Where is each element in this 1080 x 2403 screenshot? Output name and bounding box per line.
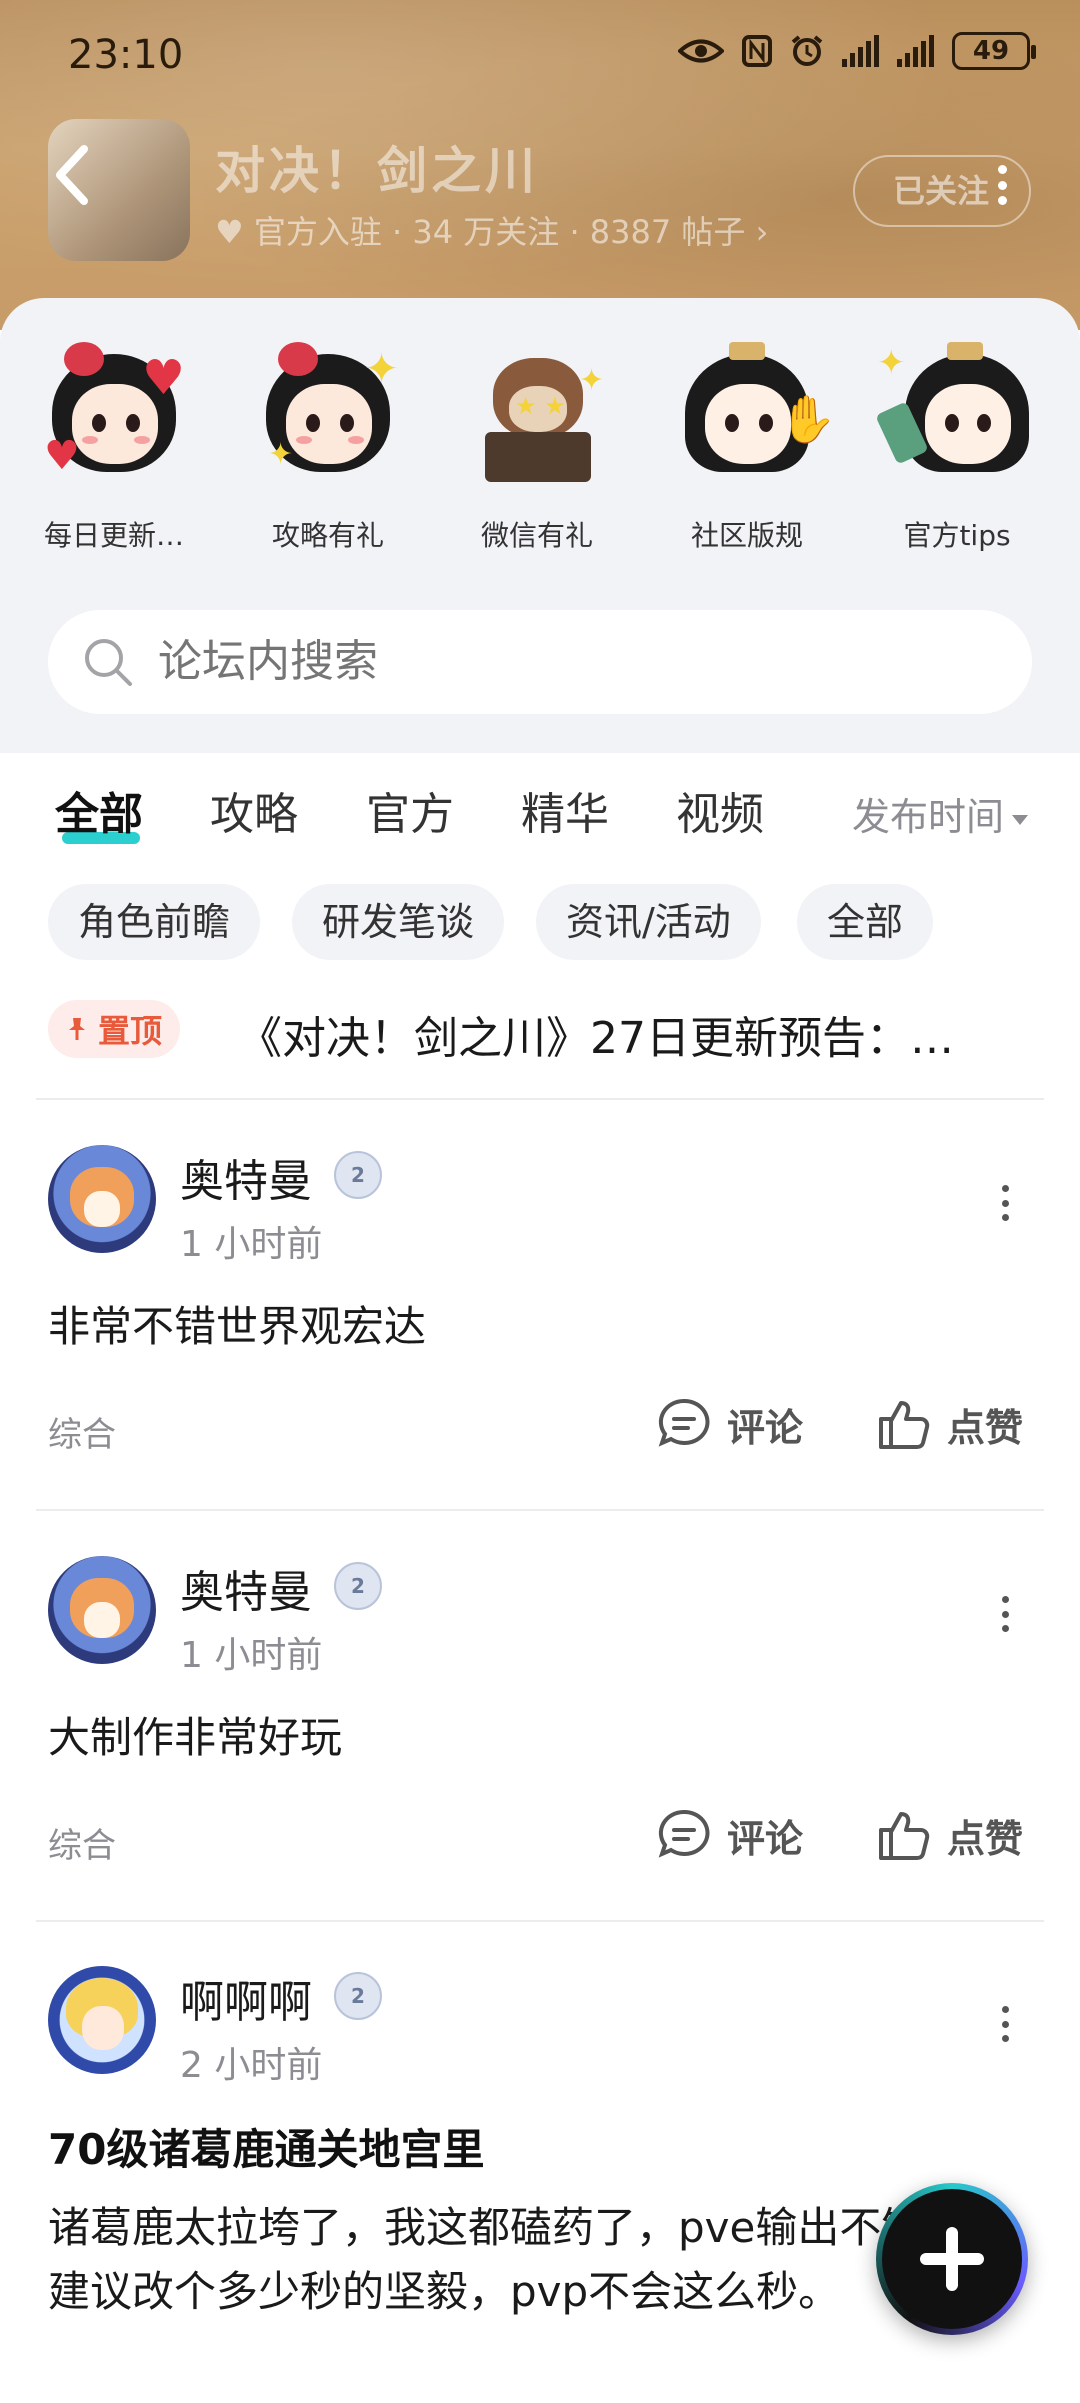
forum-title: 对决！剑之川 — [215, 142, 539, 200]
comment-label: 评论 — [727, 1405, 804, 1450]
shortcut-row: ♥ ♥ 每日更新… ✦ ✦ 攻略有礼 ★ ★ ✦ 微信有礼 ✋ 社区版规 ✦ 官… — [0, 336, 1080, 566]
shortcut-daily-update[interactable]: ♥ ♥ 每日更新… — [19, 336, 209, 554]
comment-button[interactable]: 评论 — [655, 1806, 803, 1864]
post-tag[interactable]: 综合 — [48, 1818, 116, 1867]
divider — [36, 1098, 1044, 1100]
like-label: 点赞 — [947, 1816, 1024, 1861]
filter-chips: 角色前瞻 研发笔谈 资讯/活动 全部 — [0, 884, 1080, 960]
avatar[interactable] — [48, 1145, 156, 1253]
pin-icon — [69, 1018, 85, 1040]
thumbs-up-icon — [879, 1812, 930, 1860]
alarm-icon — [791, 35, 823, 66]
character-heart-icon: ♥ ♥ — [34, 336, 194, 496]
comment-label: 评论 — [727, 1816, 804, 1861]
shortcut-community-rules[interactable]: ✋ 社区版规 — [652, 336, 842, 554]
forum-header: 23:10 49 对决！剑之川 ♥ 官方入驻 · 34 万关注 · 8387 帖… — [0, 0, 1080, 330]
post-author[interactable]: 啊啊啊 — [180, 1966, 312, 2030]
swordsman-tips-icon: ✦ — [875, 336, 1037, 496]
battery-icon: 49 — [952, 32, 1036, 70]
back-button[interactable] — [52, 143, 112, 213]
avatar[interactable] — [48, 1556, 156, 1664]
post-time: 1 小时前 — [180, 1635, 323, 1676]
comment-button[interactable]: 评论 — [655, 1395, 803, 1453]
post-more-icon[interactable] — [998, 2006, 1012, 2042]
shortcut-wechat-gift[interactable]: ★ ★ ✦ 微信有礼 — [442, 336, 632, 554]
tab-official[interactable]: 官方 — [366, 778, 454, 842]
post-tag[interactable]: 综合 — [48, 1407, 116, 1456]
thumbs-up-icon — [879, 1401, 930, 1449]
post-time: 2 小时前 — [180, 2045, 323, 2086]
tab-video[interactable]: 视频 — [676, 778, 764, 842]
comment-icon — [658, 1398, 710, 1447]
cat-chest-icon: ★ ★ ✦ — [457, 336, 617, 496]
shortcut-official-tips[interactable]: ✦ 官方tips — [862, 336, 1052, 554]
divider — [36, 1509, 1044, 1511]
tab-strategy[interactable]: 攻略 — [210, 778, 298, 842]
post-author[interactable]: 奥特曼 — [180, 1556, 312, 1620]
status-time: 23:10 — [68, 32, 184, 78]
shortcut-label: 每日更新… — [43, 519, 184, 552]
tab-featured[interactable]: 精华 — [521, 778, 609, 842]
post-title: 70级诸葛鹿通关地宫里 — [48, 2125, 485, 2174]
post-body: 非常不错世界观宏达 — [48, 1302, 427, 1351]
status-icons: 49 — [678, 32, 1036, 70]
search-icon — [85, 639, 132, 686]
avatar[interactable] — [48, 1966, 156, 2074]
post-author[interactable]: 奥特曼 — [180, 1145, 312, 1209]
caret-down-icon — [1012, 814, 1029, 825]
chip-character-preview[interactable]: 角色前瞻 — [48, 884, 261, 960]
like-label: 点赞 — [947, 1405, 1024, 1450]
search-bar[interactable] — [48, 610, 1032, 714]
forum-top-card: ♥ ♥ 每日更新… ✦ ✦ 攻略有礼 ★ ★ ✦ 微信有礼 ✋ 社区版规 ✦ 官… — [0, 298, 1080, 753]
status-bar: 23:10 49 — [0, 0, 1080, 110]
like-button[interactable]: 点赞 — [875, 1395, 1023, 1453]
shortcut-strategy-gift[interactable]: ✦ ✦ 攻略有礼 — [233, 336, 423, 554]
pinned-post[interactable]: 置顶 《对决！剑之川》27日更新预告：… — [48, 1000, 1048, 1064]
create-post-button[interactable] — [876, 2183, 1028, 2335]
battery-level: 49 — [972, 36, 1010, 66]
like-button[interactable]: 点赞 — [875, 1806, 1023, 1864]
category-tabs: 全部 攻略 官方 精华 视频 发布时间 — [0, 778, 1080, 858]
sort-label: 发布时间 — [852, 795, 1005, 839]
post-more-icon[interactable] — [998, 1185, 1012, 1221]
chip-dev-notes[interactable]: 研发笔谈 — [292, 884, 505, 960]
comment-icon — [658, 1809, 710, 1858]
search-input[interactable] — [158, 610, 958, 714]
shortcut-label: 微信有礼 — [480, 519, 593, 552]
divider — [36, 1920, 1044, 1922]
post-body: 大制作非常好玩 — [48, 1713, 343, 1762]
chip-news-events[interactable]: 资讯/活动 — [536, 884, 761, 960]
sort-dropdown[interactable]: 发布时间 — [852, 786, 1029, 841]
eye-icon — [678, 39, 724, 63]
shortcut-label: 社区版规 — [690, 519, 803, 552]
swordsman-icon: ✋ — [667, 336, 836, 496]
shortcut-label: 攻略有礼 — [271, 519, 384, 552]
signal-icon-2 — [897, 35, 934, 67]
post-more-icon[interactable] — [998, 1596, 1012, 1632]
nfc-icon — [742, 35, 772, 67]
forum-info: 对决！剑之川 ♥ 官方入驻 · 34 万关注 · 8387 帖子 › 已关注 — [0, 115, 1080, 265]
forum-meta[interactable]: ♥ 官方入驻 · 34 万关注 · 8387 帖子 › — [215, 207, 768, 253]
pinned-badge: 置顶 — [48, 1000, 181, 1058]
chevron-left-icon — [56, 145, 88, 205]
character-sparkle-icon: ✦ ✦ — [266, 342, 400, 472]
tab-all[interactable]: 全部 — [55, 778, 143, 842]
pinned-badge-label: 置顶 — [98, 1012, 163, 1050]
shortcut-label: 官方tips — [903, 519, 1011, 552]
more-options-icon[interactable] — [995, 165, 1009, 205]
user-level-badge: 2 — [334, 1562, 382, 1610]
signal-icon — [842, 35, 879, 67]
chip-all[interactable]: 全部 — [797, 884, 934, 960]
user-level-badge: 2 — [334, 1151, 382, 1199]
user-level-badge: 2 — [334, 1972, 382, 2020]
pinned-title: 《对决！剑之川》27日更新预告：… — [238, 1013, 954, 1064]
post-time: 1 小时前 — [180, 1224, 323, 1265]
